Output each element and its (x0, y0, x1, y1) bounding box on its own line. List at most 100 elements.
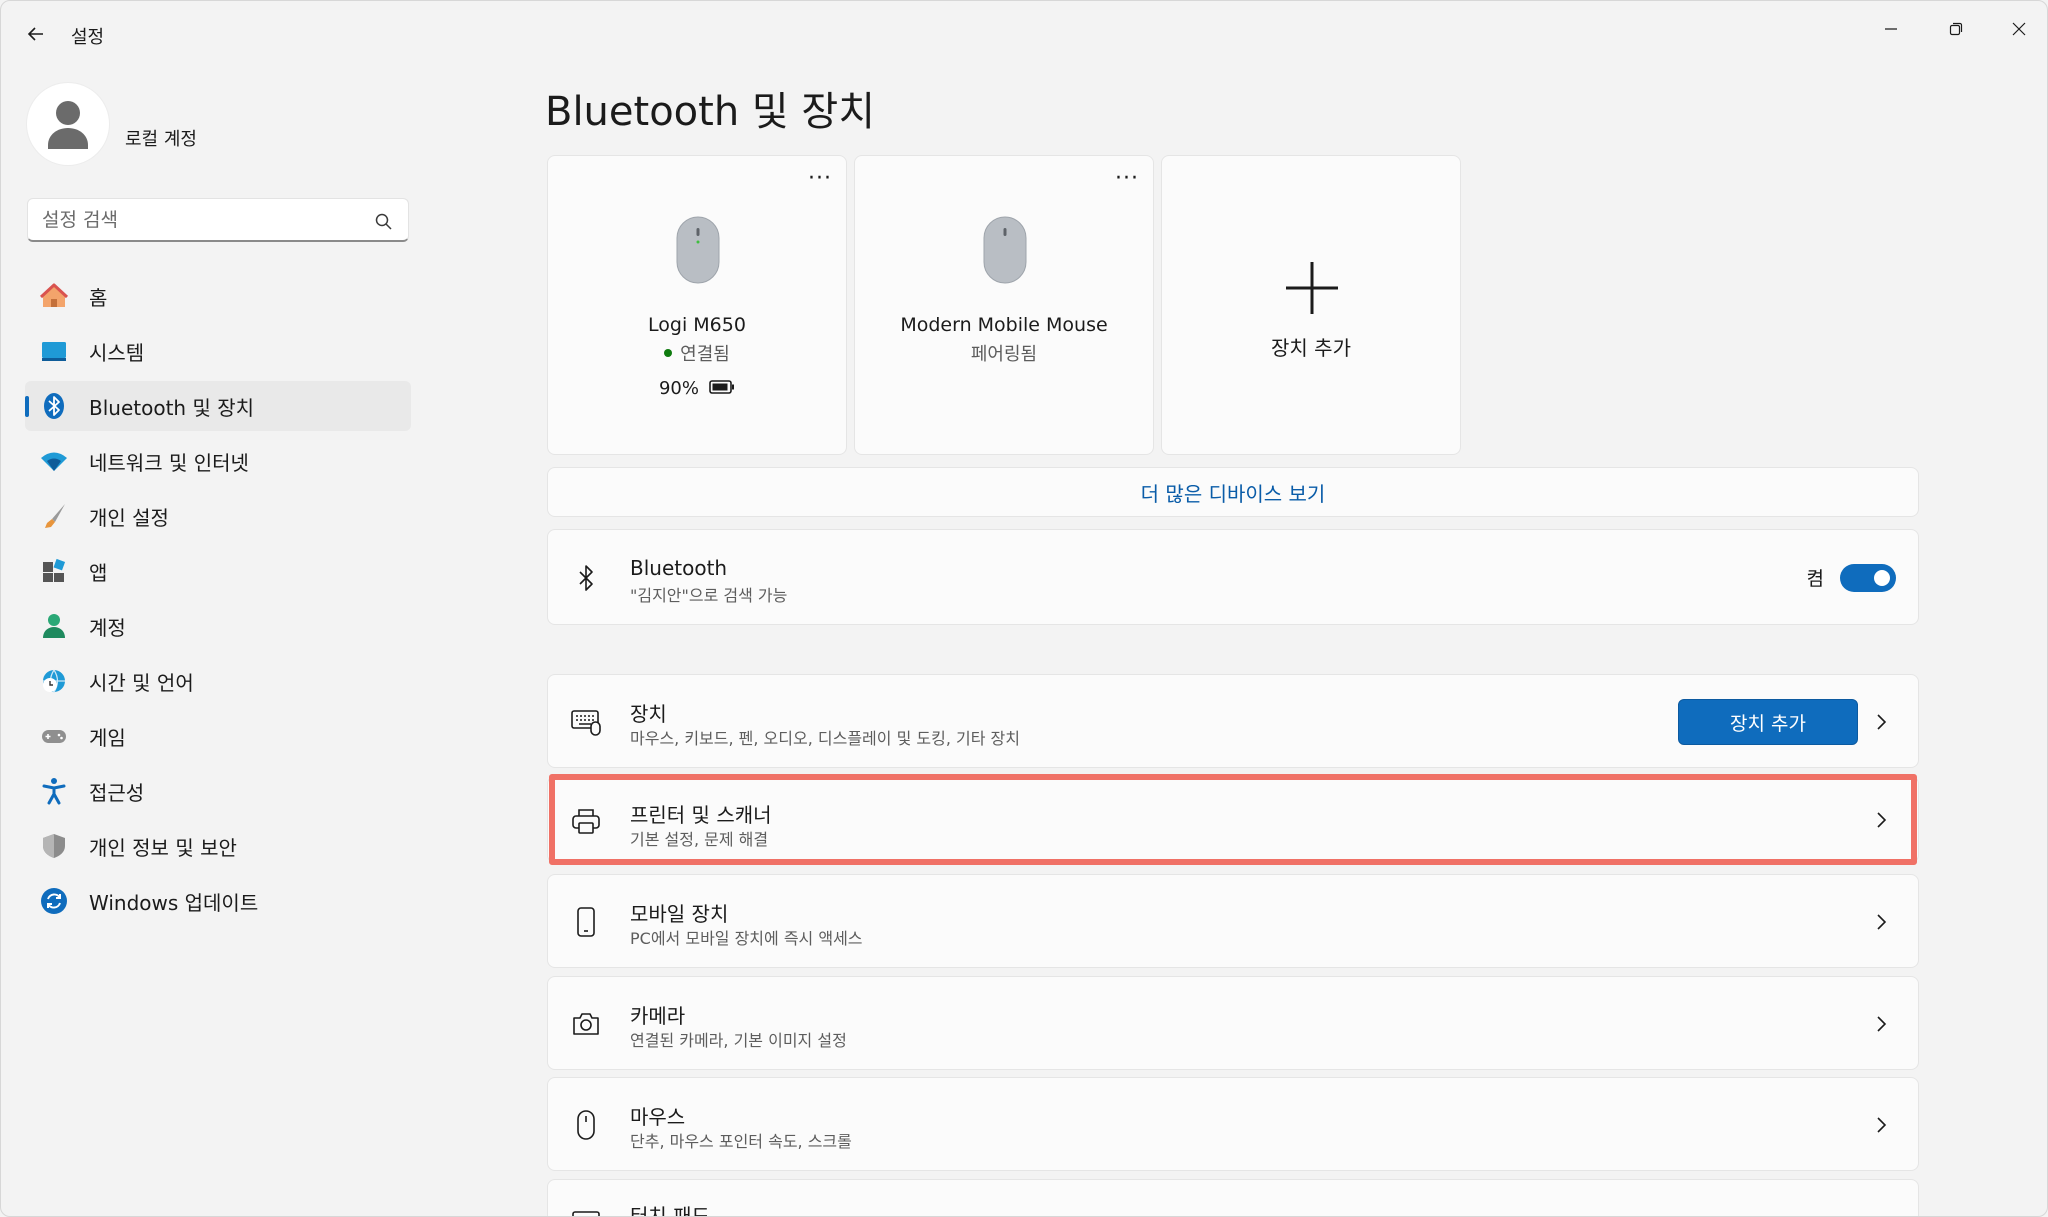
sidebar-item-label: 홈 (89, 285, 108, 310)
sidebar-item-privacy[interactable]: 개인 정보 및 보안 (25, 821, 411, 871)
chevron-right-icon (1877, 714, 1887, 730)
sidebar-item-system[interactable]: 시스템 (25, 326, 411, 376)
shield-icon (39, 831, 69, 861)
row-title: Bluetooth (630, 556, 728, 580)
phone-icon (570, 906, 602, 938)
sidebar-item-personalization[interactable]: 개인 설정 (25, 491, 411, 541)
sidebar-nav: 홈 시스템 Bluetooth 및 장치 네트워크 및 인터넷 개인 설정 앱 … (25, 271, 411, 931)
more-devices-link[interactable]: 더 많은 디바이스 보기 (547, 467, 1919, 517)
row-subtitle: 기본 설정, 문제 해결 (630, 830, 769, 849)
toggle-knob (1874, 570, 1890, 586)
device-card-logi-m650[interactable]: ··· Logi M650 연결됨 90% (547, 155, 847, 455)
bluetooth-toggle-row: Bluetooth "김지안"으로 검색 가능 켬 (547, 529, 1919, 625)
sidebar-item-label: 앱 (89, 560, 108, 585)
add-device-card[interactable]: 장치 추가 (1161, 155, 1461, 455)
search-input[interactable] (27, 198, 409, 242)
back-button[interactable] (21, 19, 51, 49)
device-name: Modern Mobile Mouse (900, 314, 1108, 336)
battery-level: 90% (548, 378, 846, 399)
row-subtitle: 마우스, 키보드, 펜, 오디오, 디스플레이 및 도킹, 기타 장치 (630, 729, 1020, 748)
device-card-modern-mobile-mouse[interactable]: ··· Modern Mobile Mouse 페어링됨 (854, 155, 1154, 455)
add-device-label: 장치 추가 (1271, 336, 1351, 360)
mouse-device-icon (983, 216, 1027, 284)
time-language-icon (39, 666, 69, 696)
sidebar-item-apps[interactable]: 앱 (25, 546, 411, 596)
devices-row[interactable]: 장치 마우스, 키보드, 펜, 오디오, 디스플레이 및 도킹, 기타 장치 장… (547, 674, 1919, 768)
toggle-state-label: 켬 (1806, 568, 1824, 590)
row-subtitle: "김지안"으로 검색 가능 (630, 586, 788, 605)
device-status: 페어링됨 (970, 344, 1038, 365)
chevron-right-icon (1877, 812, 1887, 828)
chevron-right-icon (1877, 1016, 1887, 1032)
camera-icon (570, 1008, 602, 1040)
app-title: 설정 (71, 27, 105, 48)
row-title: 프린터 및 스캐너 (630, 803, 772, 827)
sidebar-item-label: 개인 정보 및 보안 (89, 835, 237, 860)
update-icon (39, 886, 69, 916)
accessibility-icon (39, 776, 69, 806)
close-icon (2012, 22, 2026, 36)
printer-icon (570, 805, 602, 837)
row-subtitle: 연결된 카메라, 기본 이미지 설정 (630, 1031, 847, 1050)
row-title: 터치 패드 (630, 1204, 710, 1217)
sidebar-item-accounts[interactable]: 계정 (25, 601, 411, 651)
mouse-icon (570, 1109, 602, 1141)
sidebar-item-gaming[interactable]: 게임 (25, 711, 411, 761)
touchpad-row[interactable]: 터치 패드 (547, 1179, 1919, 1217)
restore-icon (1949, 22, 1963, 36)
sidebar-item-windows-update[interactable]: Windows 업데이트 (25, 876, 411, 926)
mouse-device-icon (676, 216, 720, 284)
row-title: 마우스 (630, 1105, 686, 1129)
page-title: Bluetooth 및 장치 (545, 89, 876, 135)
row-subtitle: 단추, 마우스 포인터 속도, 스크롤 (630, 1132, 852, 1151)
mobile-devices-row[interactable]: 모바일 장치 PC에서 모바일 장치에 즉시 액세스 (547, 874, 1919, 968)
sidebar-item-home[interactable]: 홈 (25, 271, 411, 321)
sidebar-item-accessibility[interactable]: 접근성 (25, 766, 411, 816)
device-name: Logi M650 (648, 314, 746, 336)
bluetooth-icon (39, 391, 69, 421)
sidebar-item-network[interactable]: 네트워크 및 인터넷 (25, 436, 411, 486)
sidebar-item-label: Bluetooth 및 장치 (89, 395, 255, 420)
sidebar-item-label: 접근성 (89, 780, 145, 805)
home-icon (39, 281, 69, 311)
system-icon (39, 336, 69, 366)
close-button[interactable] (1989, 9, 2047, 49)
sidebar-item-label: 시스템 (89, 340, 145, 365)
back-arrow-icon (27, 27, 43, 41)
plus-icon (1286, 262, 1338, 314)
sidebar-item-label: 시간 및 언어 (89, 670, 194, 695)
user-silhouette-icon (48, 101, 88, 149)
account-icon (39, 611, 69, 641)
row-title: 카메라 (630, 1004, 686, 1028)
profile-name[interactable]: 로컬 계정 (125, 125, 197, 151)
search-icon[interactable] (373, 211, 395, 233)
sidebar-item-time-language[interactable]: 시간 및 언어 (25, 656, 411, 706)
camera-row[interactable]: 카메라 연결된 카메라, 기본 이미지 설정 (547, 976, 1919, 1070)
add-device-button[interactable]: 장치 추가 (1678, 699, 1858, 745)
sidebar-item-label: 게임 (89, 725, 126, 750)
wifi-icon (39, 446, 69, 476)
printers-scanners-row[interactable]: 프린터 및 스캐너 기본 설정, 문제 해결 (547, 776, 1919, 863)
minimize-icon (1885, 28, 1897, 30)
more-options-icon[interactable]: ··· (1115, 168, 1139, 190)
gaming-icon (39, 721, 69, 751)
chevron-right-icon (1877, 1117, 1887, 1133)
settings-window: 설정 로컬 계정 홈 시스템 (0, 0, 2048, 1217)
mouse-row[interactable]: 마우스 단추, 마우스 포인터 속도, 스크롤 (547, 1077, 1919, 1171)
restore-button[interactable] (1926, 9, 1986, 49)
sidebar-item-label: 네트워크 및 인터넷 (89, 450, 249, 475)
sidebar-item-label: 개인 설정 (89, 505, 169, 530)
bluetooth-toggle[interactable] (1840, 564, 1896, 592)
row-title: 모바일 장치 (630, 902, 729, 926)
bluetooth-icon (570, 562, 602, 594)
row-title: 장치 (630, 702, 667, 726)
more-options-icon[interactable]: ··· (808, 168, 832, 190)
apps-icon (39, 556, 69, 586)
connected-dot (664, 349, 673, 357)
minimize-button[interactable] (1861, 9, 1921, 49)
sidebar-item-bluetooth[interactable]: Bluetooth 및 장치 (25, 381, 411, 431)
battery-percent: 90% (658, 378, 699, 399)
row-subtitle: PC에서 모바일 장치에 즉시 액세스 (630, 929, 863, 948)
avatar[interactable] (27, 83, 109, 165)
devices-icon (570, 706, 602, 738)
